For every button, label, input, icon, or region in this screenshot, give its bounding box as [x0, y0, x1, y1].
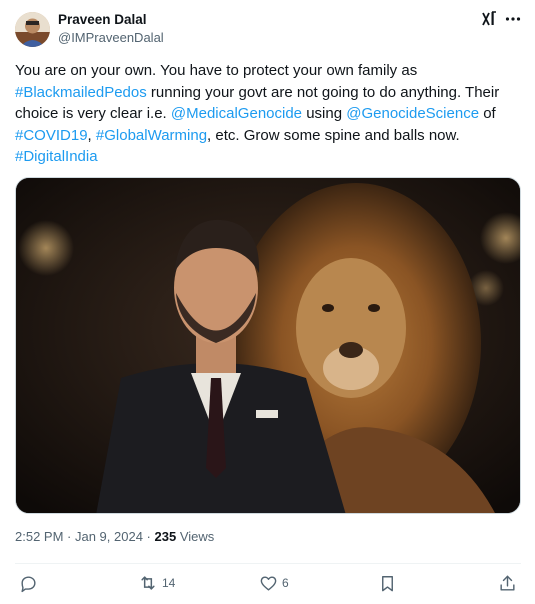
like-button[interactable]: 6	[259, 572, 289, 594]
hashtag-link[interactable]: #COVID19	[15, 127, 88, 144]
share-button[interactable]	[498, 572, 517, 594]
reply-icon	[21, 575, 36, 592]
author-name[interactable]: Praveen Dalal	[58, 12, 147, 27]
views-label: Views	[176, 529, 215, 544]
retweet-icon	[141, 576, 155, 590]
tweet-meta: 2:52 PM · Jan 9, 2024 · 235 Views	[15, 529, 214, 544]
text-segment: You are on your own. You have to protect…	[15, 62, 418, 79]
share-icon	[500, 575, 515, 591]
avatar[interactable]	[15, 12, 50, 47]
reply-button[interactable]	[19, 572, 38, 594]
text-segment: of	[479, 105, 496, 123]
action-bar: 14 6	[0, 572, 535, 594]
tweet-time[interactable]: 2:52 PM	[15, 529, 63, 544]
meta-separator: ·	[63, 529, 75, 544]
bookmark-button[interactable]	[378, 572, 397, 594]
hashtag-link[interactable]: #DigitalIndia	[15, 148, 98, 165]
retweet-count: 14	[162, 576, 176, 590]
tweet-media-image[interactable]	[15, 177, 521, 514]
divider	[15, 563, 521, 564]
like-icon	[260, 575, 277, 591]
grok-icon[interactable]	[480, 10, 498, 28]
text-segment: using	[302, 105, 347, 123]
meta-separator: ·	[142, 529, 155, 544]
tweet-text: You are on your own. You have to protect…	[15, 60, 525, 168]
hashtag-link[interactable]: #BlackmailedPedos	[15, 84, 147, 101]
retweet-button[interactable]: 14	[138, 572, 175, 594]
mention-link[interactable]: @GenocideScience	[346, 105, 479, 122]
tweet-card: Praveen Dalal @IMPraveenDalal You are on…	[0, 0, 535, 604]
author-handle[interactable]: @IMPraveenDalal	[58, 30, 164, 45]
more-icon[interactable]	[504, 10, 522, 28]
like-count: 6	[282, 576, 289, 590]
hashtag-link[interactable]: #GlobalWarming	[96, 127, 207, 144]
bookmark-icon	[382, 575, 393, 591]
views-count: 235	[154, 529, 177, 544]
text-segment: , etc. Grow some spine and balls now.	[207, 126, 460, 144]
text-segment: ,	[87, 126, 96, 144]
tweet-date[interactable]: Jan 9, 2024	[75, 529, 143, 544]
mention-link[interactable]: @MedicalGenocide	[171, 105, 302, 122]
